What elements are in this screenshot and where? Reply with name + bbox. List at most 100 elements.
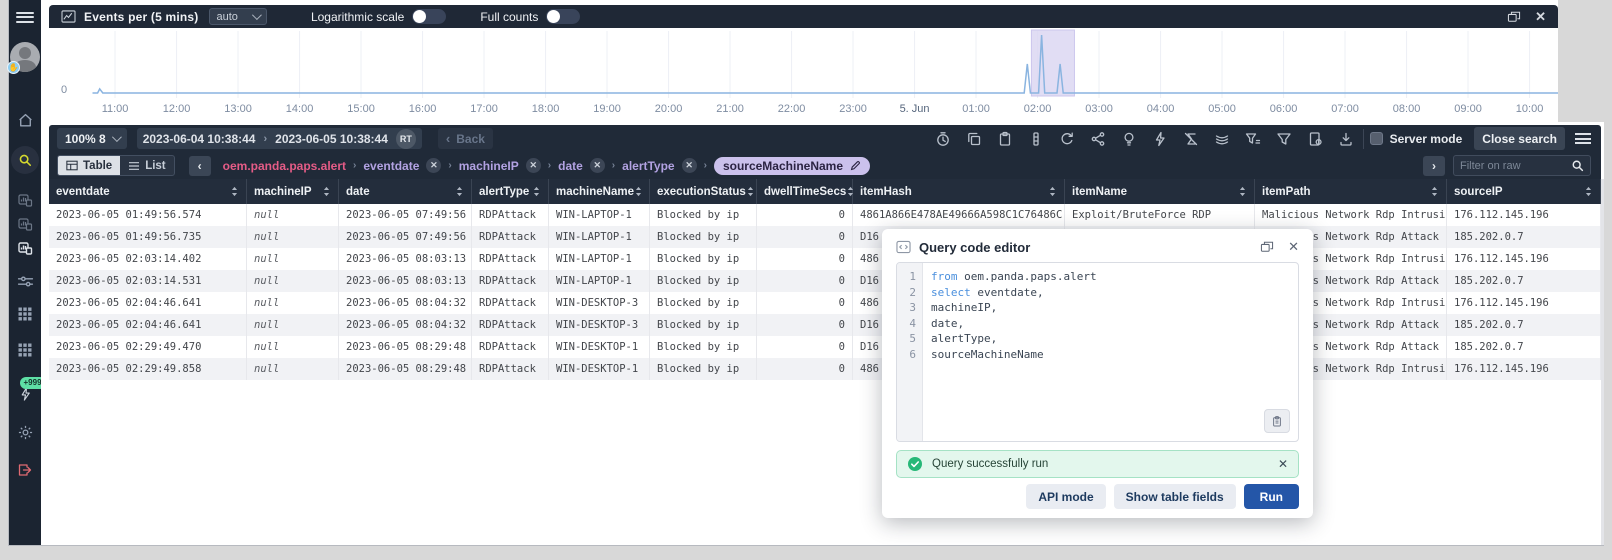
table-row[interactable]: 2023-06-05 02:04:46.641 null 2023-06-05 08… <box>49 314 1601 336</box>
remove-field-icon[interactable]: ✕ <box>426 158 442 173</box>
table-row[interactable]: 2023-06-05 02:29:49.858 null 2023-06-05 08… <box>49 358 1601 380</box>
remove-field-icon[interactable]: ✕ <box>589 158 605 173</box>
column-header-machineName[interactable]: machineName <box>549 179 650 204</box>
sort-icon[interactable] <box>455 186 464 197</box>
idea-icon[interactable] <box>1118 128 1140 150</box>
sort-icon[interactable] <box>322 186 331 197</box>
menu-icon[interactable] <box>1575 131 1591 147</box>
close-icon[interactable]: ✕ <box>1288 239 1299 255</box>
column-header-alertType[interactable]: alertType <box>472 179 549 204</box>
sort-icon[interactable] <box>634 186 643 197</box>
no-group-icon[interactable] <box>1180 128 1202 150</box>
table-row[interactable]: 2023-06-05 01:49:56.735 null 2023-06-05 07… <box>49 226 1601 248</box>
data-search-1-icon[interactable] <box>9 192 41 208</box>
histogram-plot[interactable]: 0 <box>49 28 1558 103</box>
table-row[interactable]: 2023-06-05 02:03:14.531 null 2023-06-05 08… <box>49 270 1601 292</box>
data-search-3-icon[interactable] <box>9 240 41 256</box>
back-button[interactable]: ‹ Back <box>437 128 493 149</box>
home-icon[interactable] <box>9 112 41 129</box>
filter-input[interactable] <box>1460 159 1565 172</box>
cell-machineIP: null <box>247 270 339 292</box>
breadcrumb-field-date[interactable]: date <box>558 159 583 173</box>
sort-icon[interactable] <box>1238 186 1247 197</box>
breadcrumb-scroll-left[interactable]: ‹ <box>188 155 211 176</box>
realtime-badge[interactable]: RT <box>395 128 416 149</box>
bolt-icon[interactable] <box>1149 128 1171 150</box>
api-mode-button[interactable]: API mode <box>1026 484 1106 509</box>
funnel-icon[interactable] <box>1273 128 1295 150</box>
date-range[interactable]: 2023-06-04 10:38:44 › 2023-06-05 10:38:4… <box>136 128 422 149</box>
search-icon[interactable] <box>1571 159 1584 172</box>
interval-select[interactable]: auto <box>208 8 267 25</box>
history-icon[interactable] <box>932 128 954 150</box>
apps-grid-1-icon[interactable] <box>9 306 41 322</box>
search-icon[interactable] <box>9 146 41 174</box>
sort-icon[interactable] <box>1584 186 1593 197</box>
breadcrumb-field-eventdate[interactable]: eventdate <box>363 159 419 173</box>
edit-pencil-icon[interactable] <box>850 160 861 171</box>
cell-executionStatus: Blocked by ip <box>650 358 757 380</box>
sort-icon[interactable] <box>230 186 239 197</box>
data-search-2-icon[interactable] <box>9 216 41 232</box>
column-header-dwellTimeSecs[interactable]: dwellTimeSecs <box>757 179 854 204</box>
breadcrumb-root-table[interactable]: oem.panda.paps.alert <box>223 159 346 173</box>
cell-alertType: RDPAttack <box>472 248 549 270</box>
close-icon[interactable]: ✕ <box>1278 457 1288 471</box>
run-button[interactable]: Run <box>1243 484 1299 509</box>
download-icon[interactable] <box>1335 128 1357 150</box>
breadcrumb-field-machineIP[interactable]: machineIP <box>459 159 519 173</box>
avatar[interactable]: ✋ <box>7 42 41 74</box>
logout-icon[interactable] <box>9 462 41 478</box>
copy-clipboard-icon[interactable] <box>1264 409 1290 433</box>
full-counts-toggle[interactable] <box>546 9 581 24</box>
column-header-executionStatus[interactable]: executionStatus <box>650 179 757 204</box>
column-header-machineIP[interactable]: machineIP <box>247 179 339 204</box>
file-export-icon[interactable] <box>1304 128 1326 150</box>
breadcrumb-active-field[interactable]: sourceMachineName <box>713 156 870 175</box>
clipboard-icon[interactable] <box>994 128 1016 150</box>
column-header-itemPath[interactable]: itemPath <box>1255 179 1447 204</box>
rotate-icon[interactable] <box>1056 128 1078 150</box>
apps-grid-2-icon[interactable] <box>9 342 41 358</box>
settings-gear-icon[interactable] <box>9 424 41 441</box>
remove-field-icon[interactable]: ✕ <box>681 158 697 173</box>
layers-icon[interactable] <box>1211 128 1233 150</box>
popout-window-icon[interactable] <box>1260 241 1274 253</box>
cell-machineName: WIN-DESKTOP-1 <box>549 336 650 358</box>
close-icon[interactable]: ✕ <box>1535 9 1546 25</box>
table-row[interactable]: 2023-06-05 01:49:56.574 null 2023-06-05 07… <box>49 204 1601 226</box>
column-header-eventdate[interactable]: eventdate <box>49 179 247 204</box>
table-row[interactable]: 2023-06-05 02:03:14.402 null 2023-06-05 08… <box>49 248 1601 270</box>
tab-table[interactable]: Table <box>58 156 121 175</box>
column-header-itemHash[interactable]: itemHash <box>853 179 1065 204</box>
column-header-date[interactable]: date <box>339 179 472 204</box>
sort-icon[interactable] <box>746 186 755 197</box>
column-header-itemName[interactable]: itemName <box>1065 179 1255 204</box>
sliders-icon[interactable] <box>9 274 41 289</box>
sort-icon[interactable] <box>1048 186 1057 197</box>
breadcrumb-field-alertType[interactable]: alertType <box>622 159 674 173</box>
server-mode-checkbox[interactable] <box>1369 132 1383 145</box>
remove-field-icon[interactable]: ✕ <box>525 158 541 173</box>
tab-list[interactable]: List <box>120 156 173 175</box>
vertical-scrollbar[interactable] <box>1601 179 1604 545</box>
activity-bolt-icon[interactable]: +999 <box>9 377 46 402</box>
cell-date: 2023-06-05 08:04:32 <box>339 292 472 314</box>
show-table-fields-button[interactable]: Show table fields <box>1113 484 1236 509</box>
sort-icon[interactable] <box>532 186 541 197</box>
popout-window-icon[interactable] <box>1507 11 1521 23</box>
close-search-button[interactable]: Close search <box>1474 127 1565 150</box>
table-row[interactable]: 2023-06-05 02:04:46.641 null 2023-06-05 08… <box>49 292 1601 314</box>
share-nodes-icon[interactable] <box>1087 128 1109 150</box>
column-header-sourceIP[interactable]: sourceIP <box>1447 179 1601 204</box>
filter-values-icon[interactable] <box>1242 128 1264 150</box>
sort-icon[interactable] <box>1430 186 1439 197</box>
table-row[interactable]: 2023-06-05 02:29:49.470 null 2023-06-05 08… <box>49 336 1601 358</box>
copy-icon[interactable] <box>963 128 985 150</box>
columns-icon[interactable] <box>1025 128 1047 150</box>
code-editor[interactable]: 1 2 3 4 5 6 from oem.panda.paps.alert select e… <box>896 262 1299 442</box>
log-scale-toggle[interactable] <box>412 9 447 24</box>
zoom-selector[interactable]: 100% 8 <box>57 128 127 149</box>
breadcrumb-scroll-right[interactable]: › <box>1423 155 1445 176</box>
menu-icon[interactable] <box>9 9 41 25</box>
